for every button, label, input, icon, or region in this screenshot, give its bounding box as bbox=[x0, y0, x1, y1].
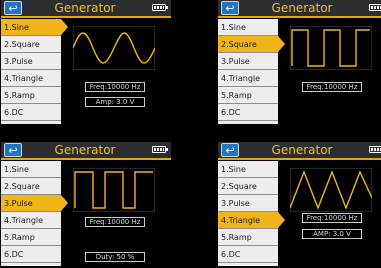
menu-item-sine[interactable]: 1.Sine bbox=[1, 161, 61, 178]
waveform-preview bbox=[290, 26, 372, 70]
menu-item-triangle[interactable]: 4.Triangle bbox=[1, 70, 61, 87]
menu-item-sine[interactable]: 1.Sine bbox=[1, 19, 68, 36]
menu-item-square[interactable]: 2.Square bbox=[218, 36, 285, 53]
menu-item-dc[interactable]: 6.DC bbox=[1, 104, 61, 121]
return-arrow-icon[interactable]: ↩ bbox=[221, 143, 239, 157]
screen-title: Generator bbox=[271, 143, 333, 157]
menu-item-pulse[interactable]: 3.Pulse bbox=[1, 195, 68, 212]
screen-title: Generator bbox=[54, 1, 116, 15]
title-bar: ↩ Generator bbox=[1, 0, 171, 18]
screen-title: Generator bbox=[271, 1, 333, 15]
menu-item-ramp[interactable]: 5.Ramp bbox=[218, 87, 278, 104]
duty-field[interactable]: Duty: 50 % bbox=[85, 252, 145, 262]
menu-item-ramp[interactable]: 5.Ramp bbox=[1, 87, 61, 104]
menu-item-sine[interactable]: 1.Sine bbox=[218, 19, 278, 36]
amplitude-field[interactable]: AMP: 3.0 V bbox=[302, 229, 362, 239]
return-arrow-icon[interactable]: ↩ bbox=[4, 1, 22, 15]
waveform-menu: 1.Sine 2.Square 3.Pulse 4.Triangle 5.Ram… bbox=[218, 161, 285, 266]
frequency-field[interactable]: Freq:10000 Hz bbox=[302, 213, 362, 223]
title-bar: ↩ Generator bbox=[218, 142, 381, 160]
menu-item-triangle[interactable]: 4.Triangle bbox=[218, 212, 285, 229]
frequency-field[interactable]: Freq:10000 Hz bbox=[85, 217, 145, 227]
waveform-preview bbox=[73, 168, 155, 212]
menu-item-dc[interactable]: 6.DC bbox=[1, 246, 61, 263]
return-arrow-icon[interactable]: ↩ bbox=[4, 143, 22, 157]
generator-screen-square: ↩ Generator 1.Sine 2.Square 3.Pulse 4.Tr… bbox=[218, 0, 381, 124]
menu-item-triangle[interactable]: 4.Triangle bbox=[218, 70, 278, 87]
battery-icon bbox=[152, 4, 168, 11]
frequency-field[interactable]: Freq:10000 Hz bbox=[302, 82, 362, 92]
waveform-menu: 1.Sine 2.Square 3.Pulse 4.Triangle 5.Ram… bbox=[1, 161, 68, 266]
return-arrow-icon[interactable]: ↩ bbox=[221, 1, 239, 15]
title-bar: ↩ Generator bbox=[1, 142, 171, 160]
menu-item-dc[interactable]: 6.DC bbox=[218, 104, 278, 121]
menu-item-ramp[interactable]: 5.Ramp bbox=[218, 229, 278, 246]
amplitude-field[interactable]: Amp: 3.0 V bbox=[85, 97, 145, 107]
menu-item-triangle[interactable]: 4.Triangle bbox=[1, 212, 61, 229]
screen-title: Generator bbox=[54, 143, 116, 157]
menu-item-sine[interactable]: 1.Sine bbox=[218, 161, 278, 178]
waveform-menu: 1.Sine 2.Square 3.Pulse 4.Triangle 5.Ram… bbox=[1, 19, 68, 124]
menu-item-ramp[interactable]: 5.Ramp bbox=[1, 229, 61, 246]
menu-item-pulse[interactable]: 3.Pulse bbox=[218, 53, 278, 70]
menu-item-pulse[interactable]: 3.Pulse bbox=[218, 195, 278, 212]
frequency-field[interactable]: Freq:10000 Hz bbox=[85, 82, 145, 92]
menu-item-square[interactable]: 2.Square bbox=[218, 178, 278, 195]
menu-item-square[interactable]: 2.Square bbox=[1, 178, 61, 195]
title-bar: ↩ Generator bbox=[218, 0, 381, 18]
menu-item-square[interactable]: 2.Square bbox=[1, 36, 61, 53]
menu-item-pulse[interactable]: 3.Pulse bbox=[1, 53, 61, 70]
generator-screen-sine: ↩ Generator 1.Sine 2.Square 3.Pulse 4.Tr… bbox=[1, 0, 171, 124]
menu-item-dc[interactable]: 6.DC bbox=[218, 246, 278, 263]
battery-icon bbox=[369, 146, 381, 153]
waveform-preview bbox=[73, 26, 155, 70]
generator-screen-triangle: ↩ Generator 1.Sine 2.Square 3.Pulse 4.Tr… bbox=[218, 142, 381, 266]
battery-icon bbox=[369, 4, 381, 11]
waveform-preview bbox=[290, 168, 372, 212]
waveform-menu: 1.Sine 2.Square 3.Pulse 4.Triangle 5.Ram… bbox=[218, 19, 285, 124]
battery-icon bbox=[152, 146, 168, 153]
generator-screen-pulse: ↩ Generator 1.Sine 2.Square 3.Pulse 4.Tr… bbox=[1, 142, 171, 266]
